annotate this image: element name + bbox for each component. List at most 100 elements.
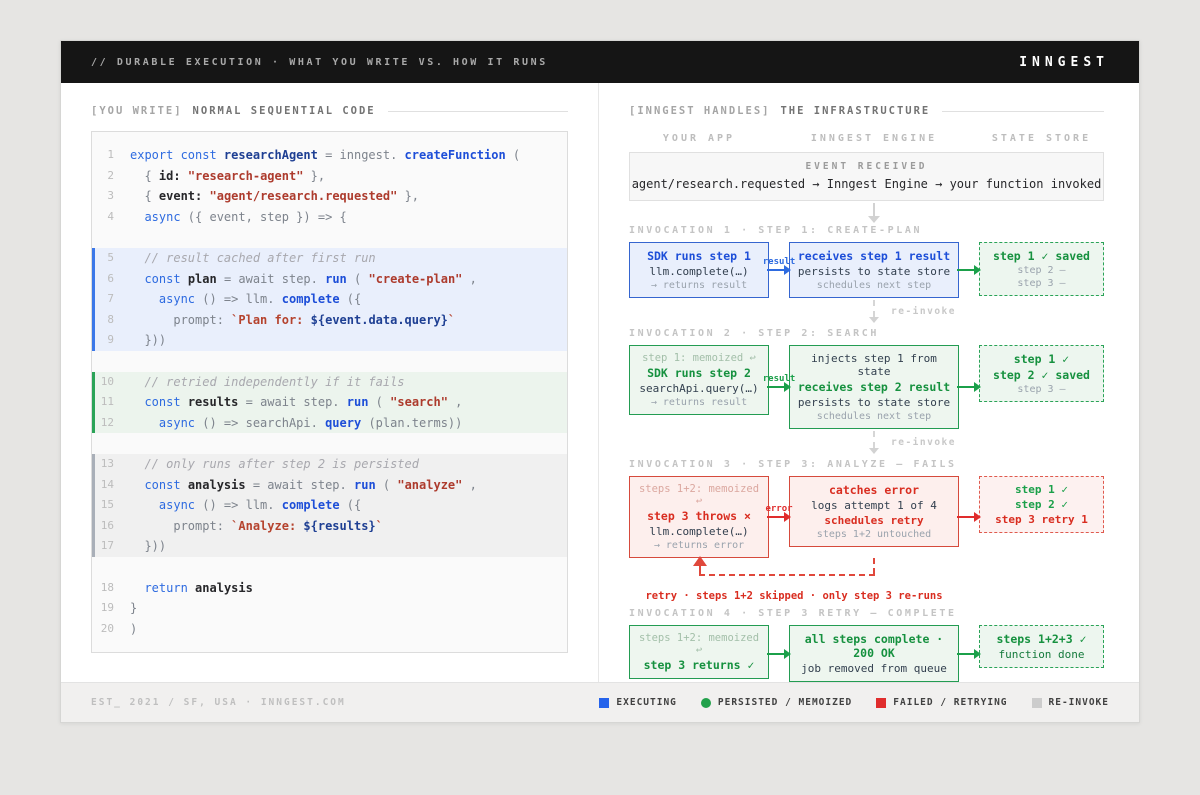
line-number: 12 — [92, 413, 130, 434]
box-line: step 3 retry 1 — [995, 513, 1088, 526]
code-token: id: — [159, 169, 181, 183]
code-token: `Analyze: — [231, 519, 303, 533]
code-text: } — [130, 598, 137, 619]
line-number: 7 — [92, 289, 130, 310]
arrowhead-icon — [974, 382, 981, 392]
box-line: step 2 — — [1017, 265, 1065, 276]
content-area: [YOU WRITE] NORMAL SEQUENTIAL CODE 1expo… — [61, 83, 1139, 682]
code-text: ) — [130, 619, 137, 640]
arrowhead-icon — [974, 512, 981, 522]
engine-box: all steps complete · 200 OKjob removed f… — [789, 625, 959, 682]
code-token — [130, 581, 144, 595]
box-line: step 1 ✓ — [1014, 352, 1069, 366]
box-line: step 3 returns ✓ — [644, 658, 755, 672]
box-line: step 3 — — [1017, 384, 1065, 395]
code-token: // retried independently if it fails — [130, 375, 405, 389]
code-token: run — [318, 272, 347, 286]
app-box: steps 1+2: memoized ↩step 3 throws ×llm.… — [629, 476, 769, 558]
code-token: = await step. — [217, 272, 318, 286]
right-section-title: THE INFRASTRUCTURE — [780, 105, 930, 117]
code-line: 1export const researchAgent = inngest. c… — [92, 145, 567, 166]
box-line: schedules next step — [817, 280, 931, 291]
code-gap — [92, 351, 567, 372]
code-token: run — [340, 395, 369, 409]
footer-meta: EST_ 2021 / SF, USA · INNGEST.COM — [91, 697, 346, 708]
retry-connector — [629, 558, 1104, 590]
column-state-store: STATE STORE — [979, 133, 1104, 144]
code-line: 15 async () => llm. complete ({ — [92, 495, 567, 516]
code-token: ( — [368, 395, 390, 409]
box-line: → returns result — [651, 280, 747, 291]
code-text: return analysis — [130, 578, 253, 599]
code-token: ({ event, step }) => { — [181, 210, 347, 224]
right-section-label: [INNGEST HANDLES] THE INFRASTRUCTURE — [629, 105, 1104, 117]
line-number: 2 — [92, 166, 130, 187]
code-token: return — [144, 581, 187, 595]
box-line: step 3 — — [1017, 278, 1065, 289]
app-box: steps 1+2: memoized ↩step 3 returns ✓ — [629, 625, 769, 679]
arrow-label: result — [763, 257, 796, 267]
code-token — [181, 272, 188, 286]
code-text: prompt: `Analyze: ${results}` — [130, 516, 383, 537]
box-line: searchApi.query(…) — [639, 382, 758, 395]
code-token: run — [347, 478, 376, 492]
code-token: const — [144, 272, 180, 286]
code-line: 9 })) — [92, 330, 567, 351]
state-box: step 1 ✓step 2 ✓step 3 retry 1 — [979, 476, 1104, 533]
box-line: persists to state store — [798, 265, 950, 278]
invocation-label: INVOCATION 4 · STEP 3 RETRY — COMPLETE — [629, 608, 1104, 619]
code-token: const — [144, 478, 180, 492]
legend-item: FAILED / RETRYING — [876, 697, 1007, 708]
code-token — [181, 395, 188, 409]
column-inngest-engine: INNGEST ENGINE — [789, 133, 959, 144]
column-headers: YOUR APP INNGEST ENGINE STATE STORE — [629, 133, 1104, 144]
line-number: 10 — [92, 372, 130, 393]
code-line: 16 prompt: `Analyze: ${results}` — [92, 516, 567, 537]
code-token: async — [159, 498, 195, 512]
code-token: results — [188, 395, 239, 409]
code-token — [130, 272, 144, 286]
reinvoke-label: re-invoke — [891, 437, 956, 448]
box-line: step 1 ✓ saved — [993, 249, 1090, 263]
up-arrow-icon — [693, 556, 707, 566]
code-token: { — [130, 169, 159, 183]
line-number: 5 — [92, 248, 130, 269]
code-token: { — [130, 189, 159, 203]
code-text: })) — [130, 536, 166, 557]
code-text: const plan = await step. run ( "create-p… — [130, 269, 477, 290]
invocation-label: INVOCATION 2 · STEP 2: SEARCH — [629, 328, 1104, 339]
box-line: → returns error — [654, 540, 744, 551]
code-token: analysis — [188, 478, 246, 492]
code-token: prompt: — [130, 519, 231, 533]
box-line: step 3 throws × — [647, 509, 751, 523]
failed-swatch — [876, 698, 886, 708]
code-token: analysis — [195, 581, 253, 595]
code-token: , — [462, 272, 476, 286]
code-text: export const researchAgent = inngest. cr… — [130, 145, 520, 166]
code-token: "analyze" — [397, 478, 462, 492]
code-token — [130, 292, 159, 306]
invocation-label: INVOCATION 1 · STEP 1: CREATE-PLAN — [629, 225, 1104, 236]
code-token: () => searchApi. — [195, 416, 318, 430]
code-token: export const — [130, 148, 224, 162]
engine-box: injects step 1 from statereceives step 2… — [789, 345, 959, 429]
box-line: step 1 ✓ — [1015, 483, 1068, 496]
code-token: ({ — [340, 292, 362, 306]
down-arrow-icon — [869, 448, 879, 454]
code-line: 20) — [92, 619, 567, 640]
legend-item: PERSISTED / MEMOIZED — [701, 697, 852, 708]
line-number: 3 — [92, 186, 130, 207]
code-token: "research-agent" — [188, 169, 304, 183]
box-line: all steps complete · 200 OK — [793, 632, 955, 660]
code-token — [202, 189, 209, 203]
persisted-swatch — [701, 698, 711, 708]
code-line: 11 const results = await step. run ( "se… — [92, 392, 567, 413]
line-number: 14 — [92, 475, 130, 496]
code-text: const results = await step. run ( "searc… — [130, 392, 462, 413]
code-token: // only runs after step 2 is persisted — [130, 457, 419, 471]
box-line: step 1: memoized ↩ — [642, 352, 756, 364]
event-received-box: EVENT RECEIVED agent/research.requested … — [629, 152, 1104, 201]
legend-label: FAILED / RETRYING — [893, 697, 1007, 708]
line-number: 11 — [92, 392, 130, 413]
box-line: receives step 1 result — [798, 249, 950, 263]
